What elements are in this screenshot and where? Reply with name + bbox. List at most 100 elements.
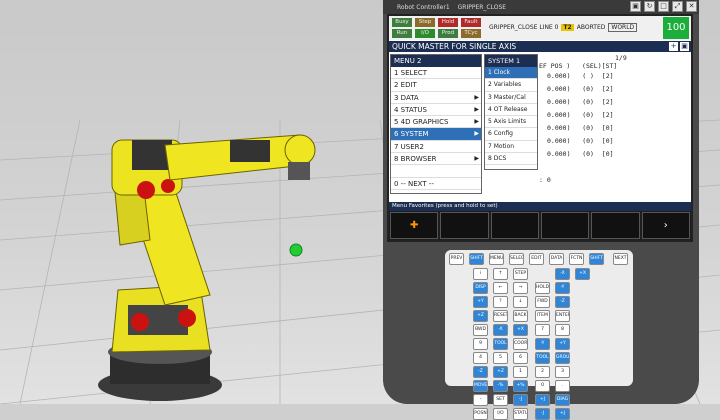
key-group[interactable]: GROUP	[555, 352, 570, 364]
key-[interactable]: ←	[493, 282, 508, 294]
menu-item[interactable]: 3 DATA ▶	[391, 92, 481, 104]
key-5[interactable]: 5	[493, 352, 508, 364]
submenu-item[interactable]: 3 Master/Cal	[485, 92, 537, 104]
key-coord[interactable]: COORD	[513, 338, 528, 350]
key-step[interactable]: STEP	[513, 268, 528, 280]
key-item[interactable]: ITEM	[535, 310, 550, 322]
teach-pendant-icon[interactable]: ▣	[630, 1, 641, 12]
key-y[interactable]: +Y	[473, 296, 488, 308]
key-edit[interactable]: EDIT	[529, 253, 544, 265]
favorite-key-1[interactable]: ✚	[390, 212, 439, 239]
key-y[interactable]: -Y	[555, 282, 570, 294]
menu-item[interactable]	[391, 165, 481, 178]
program-name[interactable]: GRIPPER_CLOSE	[458, 4, 506, 11]
key-next[interactable]: NEXT	[613, 253, 628, 265]
axis-row[interactable]: 0.000) (0) [0]	[547, 137, 614, 145]
window-icon[interactable]: □	[658, 1, 669, 12]
submenu-item[interactable]: 5 Axis Limits	[485, 116, 537, 129]
axis-row[interactable]: 0.000) (0) [2]	[547, 111, 614, 119]
key-posn[interactable]: POSN	[473, 408, 488, 420]
key-2[interactable]: 2	[535, 366, 550, 378]
key-[interactable]: ↓	[513, 296, 528, 308]
key-x[interactable]: -X	[493, 324, 508, 336]
add-icon[interactable]: +	[669, 42, 678, 51]
submenu-item[interactable]: 2 Variables	[485, 79, 537, 92]
submenu-item[interactable]: 6 Config	[485, 128, 537, 141]
key-[interactable]: .	[555, 380, 570, 392]
maximize-icon[interactable]: ▣	[680, 42, 689, 51]
menu-item[interactable]: 7 USER2	[391, 141, 481, 154]
next-page-button[interactable]: ›	[641, 212, 690, 239]
refresh-icon[interactable]: ↻	[644, 1, 655, 12]
menu-item[interactable]: 2 EDIT	[391, 79, 481, 92]
expand-icon[interactable]: ⤢	[672, 1, 683, 12]
key-[interactable]: -	[473, 394, 488, 406]
key-z[interactable]: -Z	[555, 296, 570, 308]
submenu-item[interactable]: 4 OT Release	[485, 104, 537, 117]
key-menu[interactable]: MENU	[489, 253, 504, 265]
key-reset[interactable]: RESET	[493, 310, 508, 322]
key-7[interactable]: 7	[535, 324, 550, 336]
key-i-o[interactable]: I/O	[493, 408, 508, 420]
key-[interactable]: ↑	[493, 268, 508, 280]
menu-item[interactable]: 1 SELECT	[391, 67, 481, 80]
key-back-space[interactable]: BACK SPACE	[513, 310, 528, 322]
key-j[interactable]: -J	[513, 394, 528, 406]
close-icon[interactable]: ✕	[686, 1, 697, 12]
controller-name[interactable]: Robot Controller1	[397, 4, 450, 11]
axis-row[interactable]: 0.000) (0) [2]	[547, 98, 614, 106]
key-shift[interactable]: SHIFT	[589, 253, 604, 265]
key-diag-help[interactable]: DIAG HELP	[555, 394, 570, 406]
key-fwd[interactable]: FWD	[535, 296, 550, 308]
axis-row[interactable]: 0.000) (0) [0]	[547, 124, 614, 132]
favorite-key-5[interactable]	[591, 212, 640, 239]
key-tool-1[interactable]: TOOL 1	[493, 338, 508, 350]
key-x[interactable]: -X	[555, 268, 570, 280]
key-shift[interactable]: SHIFT	[469, 253, 484, 265]
key-data[interactable]: DATA	[549, 253, 564, 265]
override-percent[interactable]: 100	[663, 17, 689, 39]
submenu-item[interactable]: 8 DCS	[485, 153, 537, 166]
key-6[interactable]: 6	[513, 352, 528, 364]
menu-item[interactable]: 8 BROWSER ▶	[391, 153, 481, 166]
key-enter[interactable]: ENTER	[555, 310, 570, 322]
key-select[interactable]: SELECT	[509, 253, 524, 265]
key-j[interactable]: +J	[535, 394, 550, 406]
key-[interactable]: +%	[513, 380, 528, 392]
key-y[interactable]: +Y	[555, 338, 570, 350]
key-8[interactable]: 8	[555, 324, 570, 336]
key-j[interactable]: +J	[555, 408, 570, 420]
axis-row[interactable]: 0.000) (0) [2]	[547, 85, 614, 93]
submenu-item[interactable]: 1 Clock	[485, 67, 537, 80]
axis-row[interactable]: 0.000) ( ) [2]	[547, 72, 614, 80]
menu-item[interactable]: 4 STATUS ▶	[391, 104, 481, 117]
key-0[interactable]: 0	[535, 380, 550, 392]
key-z[interactable]: +Z	[493, 366, 508, 378]
key-set-up[interactable]: SET UP	[493, 394, 508, 406]
key-move-menu[interactable]: MOVE MENU	[473, 380, 488, 392]
favorite-key-2[interactable]	[440, 212, 489, 239]
key-[interactable]: ?	[493, 296, 508, 308]
axis-row[interactable]: 0.000) (0) [0]	[547, 150, 614, 158]
key-y[interactable]: -Y	[535, 338, 550, 350]
key-x[interactable]: +X	[575, 268, 590, 280]
key-disp[interactable]: DISP	[473, 282, 488, 294]
favorite-key-3[interactable]	[490, 212, 539, 239]
key-x[interactable]: +X	[513, 324, 528, 336]
key-3[interactable]: 3	[555, 366, 570, 378]
key-tool-2[interactable]: TOOL 2	[535, 352, 550, 364]
key-9[interactable]: 9	[473, 338, 488, 350]
key-fctn[interactable]: FCTN	[569, 253, 584, 265]
submenu-item[interactable]: 7 Motion	[485, 141, 537, 154]
key-4[interactable]: 4	[473, 352, 488, 364]
key-i[interactable]: i	[473, 268, 488, 280]
key-z[interactable]: +Z	[473, 310, 488, 322]
menu-item[interactable]: 5 4D GRAPHICS ▶	[391, 116, 481, 129]
menu-item[interactable]: 0 -- NEXT --	[391, 178, 481, 190]
key-z[interactable]: -Z	[473, 366, 488, 378]
key-[interactable]: →	[513, 282, 528, 294]
key-status[interactable]: STATUS	[513, 408, 528, 420]
key-[interactable]: -%	[493, 380, 508, 392]
key-hold[interactable]: HOLD	[535, 282, 550, 294]
menu-item[interactable]: 6 SYSTEM ▶	[391, 128, 481, 141]
